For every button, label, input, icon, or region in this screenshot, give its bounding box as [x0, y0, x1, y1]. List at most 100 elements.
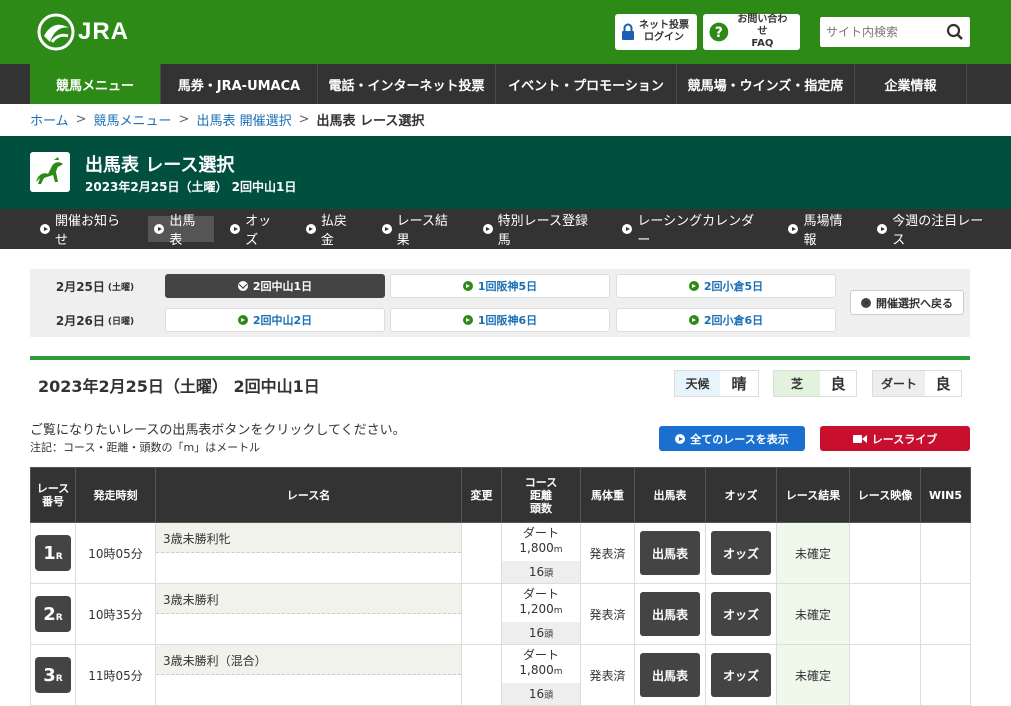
- header-race-name: レース名: [155, 467, 462, 523]
- change-cell: [461, 644, 502, 706]
- change-cell: [461, 583, 502, 645]
- meet-nakayama-1[interactable]: 2回中山1日: [165, 274, 385, 298]
- sub-nav: 開催お知らせ 出馬表 オッズ 払戻金 レース結果 特別レース登録馬 レーシングカ…: [0, 209, 1011, 249]
- back-to-meeting-select-button[interactable]: 開催選択へ戻る: [850, 290, 964, 315]
- subnav-featured-races[interactable]: 今週の注目レース: [871, 214, 1001, 248]
- table-row: 1R 10時05分 3歳未勝利牝 ダート 1,800m 16 頭 発表済 出馬表 オッ…: [30, 522, 971, 584]
- weight-status: 発表済: [580, 644, 635, 706]
- global-nav: 競馬メニュー 馬券・JRA-UMACA 電話・インターネット投票 イベント・プロ…: [0, 64, 1011, 104]
- odds-button[interactable]: オッズ: [711, 592, 771, 636]
- result-status: 未確定: [776, 583, 850, 645]
- result-status: 未確定: [776, 522, 850, 584]
- jra-logo-icon: [37, 13, 75, 51]
- lock-icon: [622, 23, 634, 40]
- chevron-right-icon: [462, 281, 473, 291]
- day2-label: 2月26日 (日曜): [55, 313, 135, 328]
- subnav-odds[interactable]: オッズ: [224, 214, 290, 248]
- video-cell: [849, 583, 921, 645]
- dirt-condition: ダート 良: [872, 370, 962, 397]
- chevron-right-icon: [688, 281, 699, 291]
- race-day-title: 2023年2月25日（土曜） 2回中山1日: [38, 377, 320, 396]
- turf-condition: 芝 良: [773, 370, 857, 397]
- section-divider: [30, 356, 970, 360]
- search-input[interactable]: [820, 18, 940, 46]
- subnav-special-registered[interactable]: 特別レース登録馬: [477, 214, 607, 248]
- gnav-event-promotion[interactable]: イベント・プロモーション: [496, 64, 677, 104]
- subnav-results[interactable]: レース結果: [376, 214, 467, 248]
- show-all-races-button[interactable]: 全てのレースを表示: [659, 426, 805, 451]
- unit-note: 注記：コース・距離・頭数の「m」はメートル: [30, 441, 261, 454]
- gnav-corporate-info[interactable]: 企業情報: [855, 64, 967, 104]
- table-row: 2R 10時35分 3歳未勝利 ダート 1,200m 16 頭 発表済 出馬表 オッズ…: [30, 583, 971, 645]
- race-name: 3歳未勝利（混合）: [156, 645, 461, 675]
- chevron-right-icon: [877, 224, 888, 234]
- chevron-right-icon: [688, 315, 699, 325]
- gnav-phone-internet-vote[interactable]: 電話・インターネット投票: [318, 64, 496, 104]
- gnav-racecourse-wins[interactable]: 競馬場・ウインズ・指定席: [677, 64, 855, 104]
- video-camera-icon: [852, 434, 867, 443]
- faq-button[interactable]: ? お問い合わせ FAQ: [703, 14, 800, 50]
- chevron-right-icon: [462, 315, 473, 325]
- breadcrumb-entry-select[interactable]: 出馬表 開催選択: [196, 110, 291, 129]
- subnav-track-info[interactable]: 馬場情報: [782, 214, 861, 248]
- race-number-badge[interactable]: 2R: [35, 596, 71, 632]
- result-status: 未確定: [776, 644, 850, 706]
- header-course: コース 距離 頭数: [501, 467, 581, 523]
- turf-value: 良: [820, 371, 856, 396]
- site-header: JRA ネット投票 ログイン ? お問い合わせ FAQ: [0, 0, 1011, 64]
- meet-nakayama-2[interactable]: 2回中山2日: [165, 308, 385, 332]
- chevron-right-icon: [230, 224, 241, 234]
- course-cell: ダート 1,200m 16 頭: [501, 583, 581, 645]
- race-card-button[interactable]: 出馬表: [640, 592, 700, 636]
- chevron-right-icon: [482, 224, 493, 234]
- video-cell: [849, 522, 921, 584]
- weather-value: 晴: [720, 371, 758, 396]
- net-vote-login-button[interactable]: ネット投票 ログイン: [615, 14, 697, 50]
- chevron-right-icon: [237, 315, 248, 325]
- chevron-right-icon: [675, 433, 686, 444]
- day1-label: 2月25日 (土曜): [55, 279, 135, 294]
- horse-icon: [30, 152, 70, 192]
- gnav-keiba-menu[interactable]: 競馬メニュー: [30, 64, 161, 104]
- race-card-button[interactable]: 出馬表: [640, 653, 700, 697]
- dirt-value: 良: [925, 371, 961, 396]
- subnav-payout[interactable]: 払戻金: [300, 214, 366, 248]
- header-race-no: レース 番号: [30, 467, 76, 523]
- subnav-notice[interactable]: 開催お知らせ: [34, 214, 138, 248]
- gnav-baken-umaca[interactable]: 馬券・JRA-UMACA: [161, 64, 318, 104]
- start-time: 10時05分: [75, 522, 156, 584]
- race-number-badge[interactable]: 1R: [35, 535, 71, 571]
- weather-label: 天候: [675, 371, 720, 396]
- race-card-button[interactable]: 出馬表: [640, 531, 700, 575]
- win5-cell: [920, 644, 971, 706]
- subnav-entries[interactable]: 出馬表: [148, 214, 215, 248]
- chevron-right-icon: [40, 224, 50, 234]
- table-header-row: レース 番号 発走時刻 レース名 変更 コース 距離 頭数 馬体重 出馬表 オッズ レ…: [30, 467, 971, 523]
- subnav-racing-calendar[interactable]: レーシングカレンダー: [616, 214, 772, 248]
- jra-logo[interactable]: JRA: [36, 12, 129, 52]
- meet-hanshin-6[interactable]: 1回阪神6日: [390, 308, 610, 332]
- page-subtitle: 2023年2月25日（土曜） 2回中山1日: [85, 180, 297, 194]
- meet-kokura-5[interactable]: 2回小倉5日: [616, 274, 836, 298]
- logo-text: JRA: [78, 18, 130, 45]
- breadcrumb-home[interactable]: ホーム: [30, 110, 69, 129]
- race-live-button[interactable]: レースライブ: [820, 426, 970, 451]
- change-cell: [461, 522, 502, 584]
- header-win5: WIN5: [920, 467, 971, 523]
- header-change: 変更: [461, 467, 502, 523]
- chevron-right-icon: [381, 224, 392, 234]
- course-cell: ダート 1,800m 16 頭: [501, 522, 581, 584]
- meet-hanshin-5[interactable]: 1回阪神5日: [390, 274, 610, 298]
- net-vote-label: ネット投票: [639, 20, 689, 31]
- odds-button[interactable]: オッズ: [711, 653, 771, 697]
- table-row: 3R 11時05分 3歳未勝利（混合） ダート 1,800m 16 頭 発表済 出馬表…: [30, 644, 971, 706]
- odds-button[interactable]: オッズ: [711, 531, 771, 575]
- header-start-time: 発走時刻: [75, 467, 156, 523]
- header-result: レース結果: [776, 467, 850, 523]
- search-icon[interactable]: [946, 23, 964, 41]
- breadcrumb-keiba-menu[interactable]: 競馬メニュー: [94, 110, 172, 129]
- header-card: 出馬表: [634, 467, 706, 523]
- meet-kokura-6[interactable]: 2回小倉6日: [616, 308, 836, 332]
- meeting-selector: 2月25日 (土曜) 2月26日 (日曜) 2回中山1日 1回阪神5日 2回小倉5日…: [30, 269, 970, 337]
- race-number-badge[interactable]: 3R: [35, 657, 71, 693]
